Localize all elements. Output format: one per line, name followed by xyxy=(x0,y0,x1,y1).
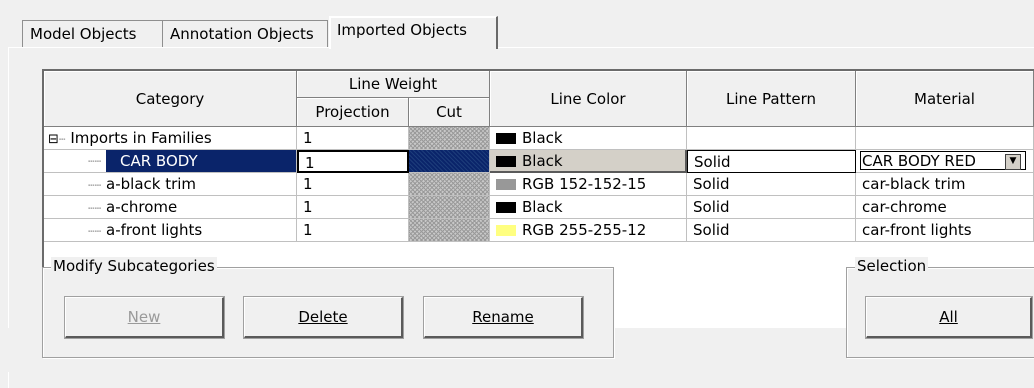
projection-cell[interactable]: 1 xyxy=(297,219,409,242)
category-cell[interactable]: ┄┄ a-black trim xyxy=(44,173,297,196)
category-label: a-chrome xyxy=(106,198,178,216)
material-cell[interactable] xyxy=(856,127,1034,150)
tab-label: Model Objects xyxy=(30,25,137,43)
color-swatch xyxy=(496,133,516,144)
delete-button[interactable]: Delete xyxy=(243,296,404,339)
line-color-cell[interactable]: Black xyxy=(490,196,687,219)
line-color-label: Black xyxy=(522,152,563,170)
line-pattern-cell[interactable]: Solid xyxy=(687,173,856,196)
color-swatch xyxy=(496,179,516,190)
line-color-cell[interactable]: RGB 152-152-15 xyxy=(490,173,687,196)
material-cell[interactable]: car-front lights xyxy=(856,219,1034,242)
color-swatch xyxy=(496,202,516,213)
browse-icon[interactable]: ▼ xyxy=(1005,154,1021,170)
line-pattern-cell[interactable]: Solid xyxy=(687,196,856,219)
cut-cell xyxy=(409,127,490,150)
category-label: a-black trim xyxy=(106,175,197,193)
cut-cell xyxy=(409,173,490,196)
category-cell[interactable]: ┄┄ a-front lights xyxy=(44,219,297,242)
projection-cell[interactable]: 1 xyxy=(297,150,409,173)
selection-title: Selection xyxy=(855,257,929,275)
tab-imported-objects[interactable]: Imported Objects xyxy=(329,16,498,49)
select-all-button[interactable]: All xyxy=(865,296,1033,339)
header-category[interactable]: Category xyxy=(44,71,297,127)
header-projection[interactable]: Projection xyxy=(297,98,409,127)
line-color-button[interactable]: Black xyxy=(490,150,687,173)
tab-annotation-objects[interactable]: Annotation Objects xyxy=(162,20,328,48)
color-swatch xyxy=(496,156,516,167)
cut-cell xyxy=(409,219,490,242)
cut-cell xyxy=(409,196,490,219)
projection-cell[interactable]: 1 xyxy=(297,127,409,150)
category-label: a-front lights xyxy=(106,221,203,239)
collapse-icon[interactable]: ⊟ xyxy=(48,132,59,147)
rename-button-label: Rename xyxy=(472,308,534,326)
color-swatch xyxy=(496,225,516,236)
header-line-pattern[interactable]: Line Pattern xyxy=(687,71,856,127)
material-cell[interactable]: car-chrome xyxy=(856,196,1034,219)
modify-subcategories-title: Modify Subcategories xyxy=(51,257,217,275)
category-cell[interactable]: ┄┄ a-chrome xyxy=(44,196,297,219)
tab-label: Annotation Objects xyxy=(170,25,314,43)
material-cell[interactable]: CAR BODY RED ▼ xyxy=(856,150,1034,173)
line-pattern-cell[interactable]: Solid xyxy=(687,150,856,173)
line-pattern-cell[interactable] xyxy=(687,127,856,150)
select-all-label: All xyxy=(939,308,958,326)
category-label: CAR BODY xyxy=(106,150,296,172)
header-line-weight: Line Weight xyxy=(297,71,490,98)
new-button-label: New xyxy=(127,308,161,326)
selection-group: Selection All xyxy=(846,257,1034,358)
header-cut[interactable]: Cut xyxy=(409,98,490,127)
delete-button-label: Delete xyxy=(298,308,348,326)
category-label: Imports in Families xyxy=(70,129,212,147)
projection-cell[interactable]: 1 xyxy=(297,196,409,219)
header-line-color[interactable]: Line Color xyxy=(490,71,687,127)
line-color-cell[interactable]: Black xyxy=(490,127,687,150)
line-color-label: Black xyxy=(522,129,563,147)
tab-model-objects[interactable]: Model Objects xyxy=(22,20,163,48)
rename-button[interactable]: Rename xyxy=(423,296,584,339)
category-cell[interactable]: ┄┄ CAR BODY xyxy=(44,150,297,173)
tab-label: Imported Objects xyxy=(337,21,467,39)
new-button[interactable]: New xyxy=(64,296,225,339)
cut-cell xyxy=(409,150,490,173)
material-label: CAR BODY RED xyxy=(862,152,976,170)
category-cell[interactable]: ⊟┄ Imports in Families xyxy=(44,127,297,150)
projection-cell[interactable]: 1 xyxy=(297,173,409,196)
modify-subcategories-group: Modify Subcategories New Delete Rename xyxy=(42,257,614,358)
line-color-cell[interactable]: RGB 255-255-12 xyxy=(490,219,687,242)
header-material[interactable]: Material xyxy=(856,71,1034,127)
line-color-label: RGB 255-255-12 xyxy=(522,221,647,239)
line-pattern-cell[interactable]: Solid xyxy=(687,219,856,242)
material-cell[interactable]: car-black trim xyxy=(856,173,1034,196)
line-color-label: RGB 152-152-15 xyxy=(522,175,647,193)
line-color-label: Black xyxy=(522,198,563,216)
